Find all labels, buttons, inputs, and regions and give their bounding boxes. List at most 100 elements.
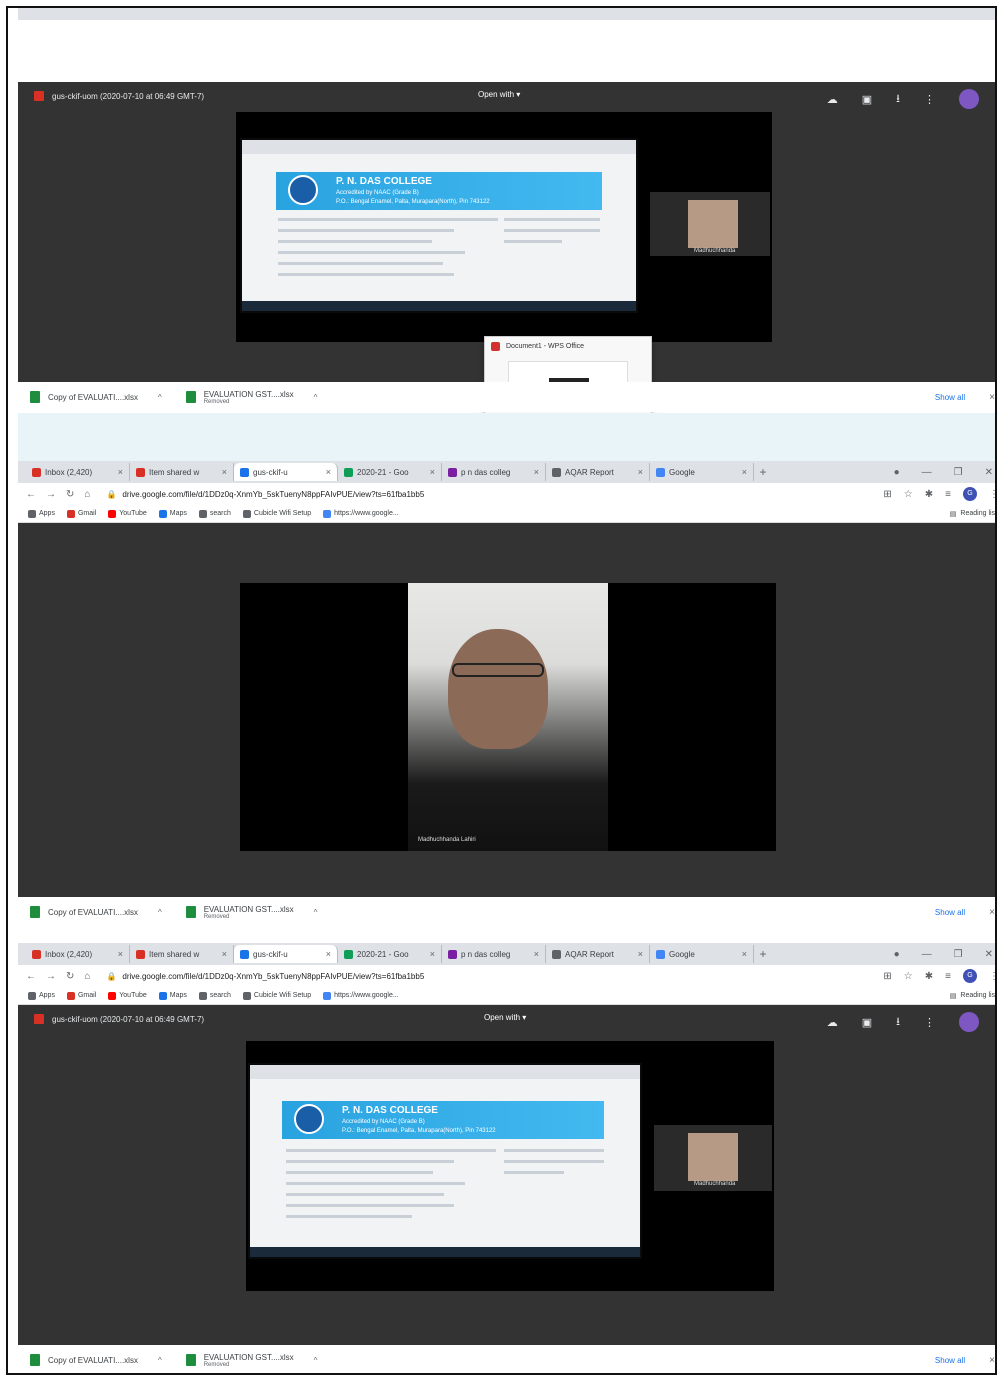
close-icon[interactable]: × xyxy=(534,949,539,959)
reload-icon[interactable]: ↻ xyxy=(66,489,74,500)
download-item[interactable]: Copy of EVALUATI....xlsx ^ xyxy=(30,906,162,918)
bookmark-cubicle[interactable]: Cubicle Wifi Setup xyxy=(242,509,311,518)
close-window-icon[interactable]: ✕ xyxy=(985,467,993,478)
bookmark-apps[interactable]: Apps xyxy=(28,991,55,1000)
open-with-button[interactable]: Open with ▾ xyxy=(468,87,530,102)
star-icon[interactable]: ☆ xyxy=(904,489,913,500)
video-player[interactable]: P. N. DAS COLLEGE Accredited by NAAC (Gr… xyxy=(236,112,772,342)
bookmark-google[interactable]: https://www.google... xyxy=(323,509,399,518)
chevron-up-icon[interactable]: ^ xyxy=(314,1356,318,1365)
download-item[interactable]: Copy of EVALUATI....xlsx ^ xyxy=(30,1354,162,1366)
close-icon[interactable]: × xyxy=(222,467,227,477)
playlist-icon[interactable]: ≡ xyxy=(945,489,951,500)
bookmark-google[interactable]: https://www.google... xyxy=(323,991,399,1000)
home-icon[interactable]: ⌂ xyxy=(84,971,90,982)
install-icon[interactable]: ⊞ xyxy=(883,971,891,982)
close-icon[interactable]: × xyxy=(638,467,643,477)
open-with-button[interactable]: Open with ▾ xyxy=(474,1010,536,1025)
close-icon[interactable]: × xyxy=(118,949,123,959)
tab-gus-ckif[interactable]: gus-ckif-u × xyxy=(234,945,338,963)
reading-list[interactable]: ▤ Reading list xyxy=(950,510,995,518)
download-icon[interactable]: ⭳ xyxy=(896,1013,900,1032)
bookmark-youtube[interactable]: YouTube xyxy=(108,991,147,1000)
bookmark-gmail[interactable]: Gmail xyxy=(66,991,96,1000)
profile-avatar[interactable]: G xyxy=(963,487,977,501)
tab-gus-ckif[interactable]: gus-ckif-u × xyxy=(234,463,338,481)
tab-2020-21[interactable]: 2020-21 - Goo × xyxy=(338,463,442,481)
add-to-drive-icon[interactable]: ☁ xyxy=(827,93,838,106)
tab-aqar[interactable]: AQAR Report × xyxy=(546,463,650,481)
forward-icon[interactable]: → xyxy=(46,489,56,500)
download-item[interactable]: EVALUATION GST....xlsx Removed ^ xyxy=(185,1353,318,1368)
avatar[interactable] xyxy=(959,1012,979,1032)
close-icon[interactable]: × xyxy=(638,949,643,959)
bookmark-maps[interactable]: Maps xyxy=(158,991,187,1000)
close-window-icon[interactable]: ✕ xyxy=(985,949,993,960)
tab-pn-das[interactable]: p n das colleg × xyxy=(442,945,546,963)
close-icon[interactable]: × xyxy=(326,949,331,959)
close-icon[interactable]: × xyxy=(430,949,435,959)
puzzle-icon[interactable]: ✱ xyxy=(925,489,933,500)
reload-icon[interactable]: ↻ xyxy=(66,971,74,982)
add-to-drive-icon[interactable]: ☁ xyxy=(827,1016,838,1029)
minimize-icon[interactable]: — xyxy=(922,949,932,960)
video-player[interactable]: Madhuchhanda Lahiri xyxy=(240,583,776,851)
close-icon[interactable]: × xyxy=(326,467,331,477)
tab-2020-21[interactable]: 2020-21 - Goo × xyxy=(338,945,442,963)
menu-icon[interactable]: ⋮ xyxy=(989,489,995,500)
more-vert-icon[interactable]: ⋮ xyxy=(924,1016,935,1029)
comment-icon[interactable]: ▣ xyxy=(862,93,872,106)
show-all-button[interactable]: Show all xyxy=(935,393,965,402)
close-icon[interactable]: × xyxy=(989,392,995,403)
reading-list[interactable]: ▤ Reading list xyxy=(950,992,995,1000)
comment-icon[interactable]: ▣ xyxy=(862,1016,872,1029)
bookmark-apps[interactable]: Apps xyxy=(28,509,55,518)
bookmark-cubicle[interactable]: Cubicle Wifi Setup xyxy=(242,991,311,1000)
tab-item-shared[interactable]: Item shared w × xyxy=(130,463,234,481)
chevron-up-icon[interactable]: ^ xyxy=(158,908,162,917)
download-icon[interactable]: ⭳ xyxy=(896,90,900,109)
more-vert-icon[interactable]: ⋮ xyxy=(924,93,935,106)
tab-inbox[interactable]: Inbox (2,420) × xyxy=(26,463,130,481)
star-icon[interactable]: ☆ xyxy=(904,971,913,982)
back-icon[interactable]: ← xyxy=(26,971,36,982)
minimize-icon[interactable]: — xyxy=(922,467,932,478)
close-icon[interactable]: × xyxy=(742,467,747,477)
close-icon[interactable]: × xyxy=(742,949,747,959)
new-tab-button[interactable]: + xyxy=(754,465,772,479)
tab-google[interactable]: Google × xyxy=(650,945,754,963)
bookmark-search[interactable]: search xyxy=(198,509,231,518)
puzzle-icon[interactable]: ✱ xyxy=(925,971,933,982)
show-all-button[interactable]: Show all xyxy=(935,908,965,917)
address-bar[interactable]: 🔒 drive.google.com/file/d/1DDz0q-XnmYb_5s… xyxy=(100,486,820,503)
profile-avatar[interactable]: G xyxy=(963,969,977,983)
close-icon[interactable]: × xyxy=(430,467,435,477)
record-icon[interactable]: ● xyxy=(894,949,900,960)
avatar[interactable] xyxy=(959,89,979,109)
chevron-up-icon[interactable]: ^ xyxy=(158,393,162,402)
maximize-icon[interactable]: ❐ xyxy=(954,467,963,478)
bookmark-youtube[interactable]: YouTube xyxy=(108,509,147,518)
new-tab-button[interactable]: + xyxy=(754,947,772,961)
menu-icon[interactable]: ⋮ xyxy=(989,971,995,982)
tab-google[interactable]: Google × xyxy=(650,463,754,481)
forward-icon[interactable]: → xyxy=(46,971,56,982)
back-icon[interactable]: ← xyxy=(26,489,36,500)
chevron-up-icon[interactable]: ^ xyxy=(314,393,318,402)
bookmark-search[interactable]: search xyxy=(198,991,231,1000)
download-item[interactable]: EVALUATION GST....xlsx Removed ^ xyxy=(185,905,318,920)
show-all-button[interactable]: Show all xyxy=(935,1356,965,1365)
maximize-icon[interactable]: ❐ xyxy=(954,949,963,960)
bookmark-gmail[interactable]: Gmail xyxy=(66,509,96,518)
install-icon[interactable]: ⊞ xyxy=(883,489,891,500)
tab-item-shared[interactable]: Item shared w × xyxy=(130,945,234,963)
playlist-icon[interactable]: ≡ xyxy=(945,971,951,982)
close-icon[interactable]: × xyxy=(989,907,995,918)
tab-inbox[interactable]: Inbox (2,420) × xyxy=(26,945,130,963)
close-icon[interactable]: × xyxy=(534,467,539,477)
video-player[interactable]: P. N. DAS COLLEGE Accredited by NAAC (Gr… xyxy=(246,1041,774,1291)
close-icon[interactable]: × xyxy=(118,467,123,477)
home-icon[interactable]: ⌂ xyxy=(84,489,90,500)
chevron-up-icon[interactable]: ^ xyxy=(314,908,318,917)
close-icon[interactable]: × xyxy=(222,949,227,959)
